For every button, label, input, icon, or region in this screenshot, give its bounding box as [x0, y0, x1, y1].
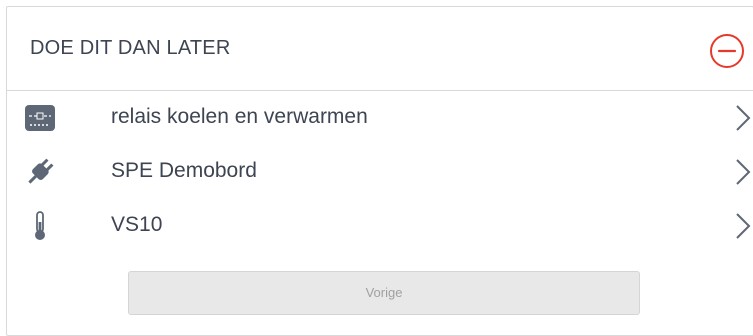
chevron-right-icon — [731, 102, 753, 134]
list-item-relais[interactable]: relais koelen en verwarmen — [7, 91, 753, 145]
chevron-right-icon — [731, 156, 753, 188]
minus-circle-icon — [710, 34, 744, 68]
device-list: relais koelen en verwarmen SPE Demobord … — [7, 91, 753, 253]
plug-icon — [24, 156, 56, 188]
list-item-vs10[interactable]: VS10 — [7, 199, 753, 253]
thermometer-icon — [24, 210, 56, 242]
button-row: Vorige — [128, 271, 640, 315]
item-label: VS10 — [111, 213, 163, 236]
relay-module-icon — [24, 102, 56, 134]
panel-title: DOE DIT DAN LATER — [30, 37, 231, 59]
item-label: SPE Demobord — [111, 159, 257, 182]
later-panel: DOE DIT DAN LATER relais koelen en verwa… — [6, 6, 753, 336]
item-label: relais koelen en verwarmen — [111, 105, 368, 128]
previous-button[interactable]: Vorige — [128, 271, 640, 315]
collapse-button[interactable] — [709, 33, 745, 69]
list-item-spe-demobord[interactable]: SPE Demobord — [7, 145, 753, 199]
panel-header: DOE DIT DAN LATER — [7, 7, 753, 91]
chevron-right-icon — [731, 210, 753, 242]
